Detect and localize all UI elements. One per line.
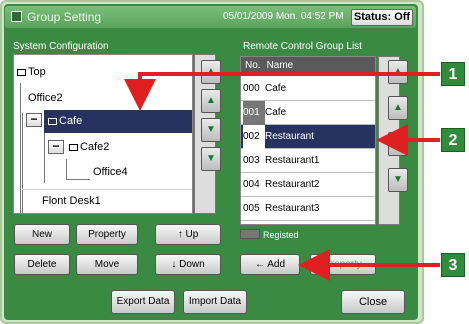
callout-3: 3 — [441, 253, 465, 277]
annotation-arrows — [124, 72, 440, 281]
callout-2: 2 — [441, 128, 465, 152]
arrow-1 — [124, 72, 440, 111]
callout-1: 1 — [441, 62, 465, 86]
